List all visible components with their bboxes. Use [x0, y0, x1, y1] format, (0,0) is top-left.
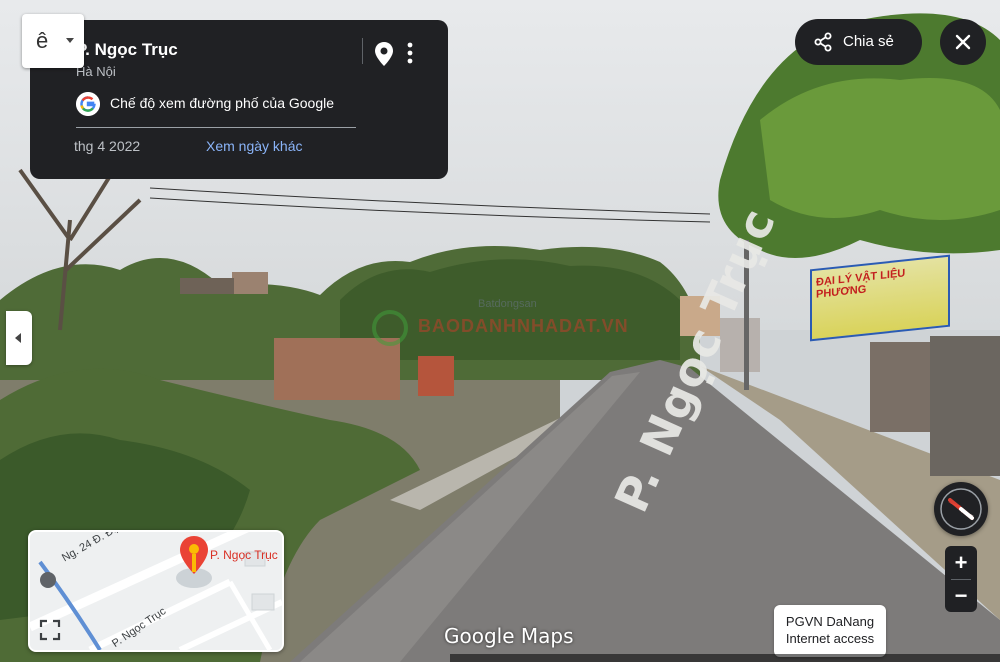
card-divider [362, 38, 363, 64]
share-label: Chia sẻ [843, 33, 894, 50]
zoom-in-button[interactable]: + [945, 547, 977, 579]
input-tools-button[interactable]: ê [22, 14, 84, 68]
pgvn-line1: PGVN DaNang [785, 614, 875, 629]
zoom-control: + − [945, 546, 977, 612]
map-pin-icon[interactable] [374, 42, 394, 66]
chevron-left-icon [15, 333, 21, 343]
shop-sign: ĐẠI LÝ VẬT LIỆU PHƯƠNG [810, 254, 950, 342]
attribution-bar [450, 654, 1000, 662]
compass-icon [940, 488, 982, 530]
close-icon [955, 34, 971, 50]
capture-date: thg 4 2022 [74, 138, 141, 154]
google-maps-logo: Google Maps [444, 624, 574, 648]
location-info-card: P. Ngọc Trục Hà Nội Chế độ xem đường phố… [30, 20, 448, 179]
watermark-logo [372, 310, 408, 346]
chevron-down-icon [66, 38, 74, 43]
zoom-out-button[interactable]: − [945, 580, 977, 612]
minimap-place-label: P. Ngọc Trục [210, 548, 278, 562]
input-glyph: ê [36, 28, 49, 53]
more-vert-icon[interactable] [402, 40, 418, 66]
expand-icon[interactable] [38, 618, 62, 642]
compass-button[interactable] [934, 482, 988, 536]
card-separator [76, 127, 356, 128]
pgvn-network-badge[interactable]: PGVN DaNang Internet access [774, 605, 886, 657]
street-view-label: Chế độ xem đường phố của Google [110, 95, 335, 111]
minimap[interactable]: Ng. 24 Đ. Đại P. Ngọc Trục P. Ngọc Trục [28, 530, 284, 652]
watermark-brand: Batdongsan [478, 298, 537, 310]
share-button[interactable]: Chia sẻ [795, 19, 922, 65]
collapse-panel-tab[interactable] [6, 311, 32, 365]
google-g-icon [76, 92, 100, 116]
watermark-text: BAODANHNHADAT.VN [418, 316, 629, 336]
see-other-dates-link[interactable]: Xem ngày khác [206, 138, 303, 154]
pgvn-line2: Internet access [785, 631, 875, 646]
street-name: P. Ngọc Trục [76, 40, 178, 59]
transit-icon [40, 572, 56, 588]
close-button[interactable] [940, 19, 986, 65]
share-icon [814, 32, 832, 52]
